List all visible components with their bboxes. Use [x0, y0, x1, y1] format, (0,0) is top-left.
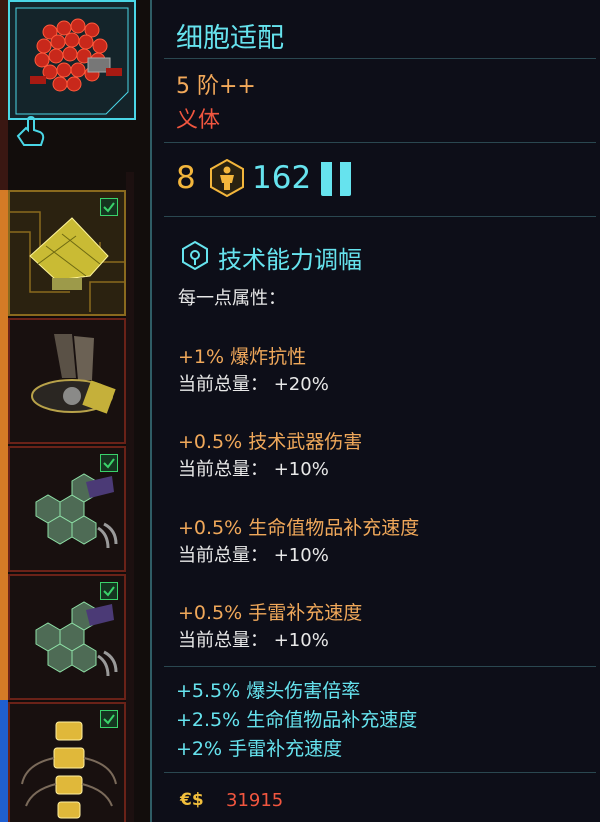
cyberware-capacity-icon — [321, 162, 351, 196]
inventory-slot-selected[interactable] — [8, 0, 136, 120]
body-attribute-icon — [210, 159, 244, 197]
divider — [164, 772, 596, 773]
divider — [164, 666, 596, 667]
hand-cursor-icon — [16, 115, 45, 146]
bonus-current-total: 当前总量： +10% — [178, 459, 329, 480]
bonus-current-total: 当前总量： +20% — [178, 374, 329, 395]
column-divider — [126, 172, 134, 822]
bonus-effect: +1% 爆炸抗性 — [178, 346, 307, 368]
extra-stat: +2.5% 生命值物品补充速度 — [176, 709, 418, 731]
per-point-label: 每一点属性： — [178, 288, 286, 309]
item-price: 31915 — [226, 790, 284, 811]
extra-stat: +2% 手雷补充速度 — [176, 738, 343, 760]
mechanical-arm-cyberware-icon — [31, 334, 116, 414]
divider — [164, 142, 596, 143]
equipped-check-icon — [100, 198, 118, 216]
item-type: 义体 — [176, 108, 221, 133]
attribute-requirement: 8 — [176, 160, 196, 196]
tech-ability-icon — [182, 240, 208, 270]
inventory-slot[interactable] — [8, 190, 126, 316]
panel-border — [150, 0, 152, 822]
green-hexagon-plate-cyberware-icon — [35, 601, 118, 677]
bonus-effect: +0.5% 生命值物品补充速度 — [178, 517, 420, 539]
inventory-slot[interactable] — [8, 446, 126, 572]
skill-name: 技术能力调幅 — [218, 246, 362, 274]
item-tier: 5 阶++ — [176, 74, 256, 99]
bonus-effect: +0.5% 手雷补充速度 — [178, 602, 363, 624]
inventory-slot[interactable] — [8, 318, 126, 444]
item-name: 细胞适配 — [176, 23, 284, 54]
equipped-check-icon — [100, 710, 118, 728]
rarity-stripe — [0, 0, 8, 190]
capacity-cost: 162 — [252, 160, 312, 196]
equipped-check-icon — [100, 454, 118, 472]
bonus-effect: +0.5% 技术武器伤害 — [178, 431, 363, 453]
equipped-check-icon — [100, 582, 118, 600]
inventory-slot[interactable] — [8, 702, 126, 822]
divider — [164, 58, 596, 59]
bonus-current-total: 当前总量： +10% — [178, 630, 329, 651]
gold-spine-cyberware-icon — [21, 721, 117, 819]
divider — [164, 216, 596, 217]
inventory-slot[interactable] — [8, 574, 126, 700]
yellow-plate-cyberware-icon — [29, 217, 109, 290]
bonus-current-total: 当前总量： +10% — [178, 545, 329, 566]
red-hexagon-mesh-cyberware-icon — [15, 7, 129, 115]
rarity-stripe — [0, 700, 8, 822]
eurodollar-icon: €$ — [180, 790, 204, 810]
rarity-stripe — [0, 190, 8, 700]
green-hexagon-plate-cyberware-icon — [35, 473, 118, 549]
extra-stat: +5.5% 爆头伤害倍率 — [176, 680, 361, 702]
